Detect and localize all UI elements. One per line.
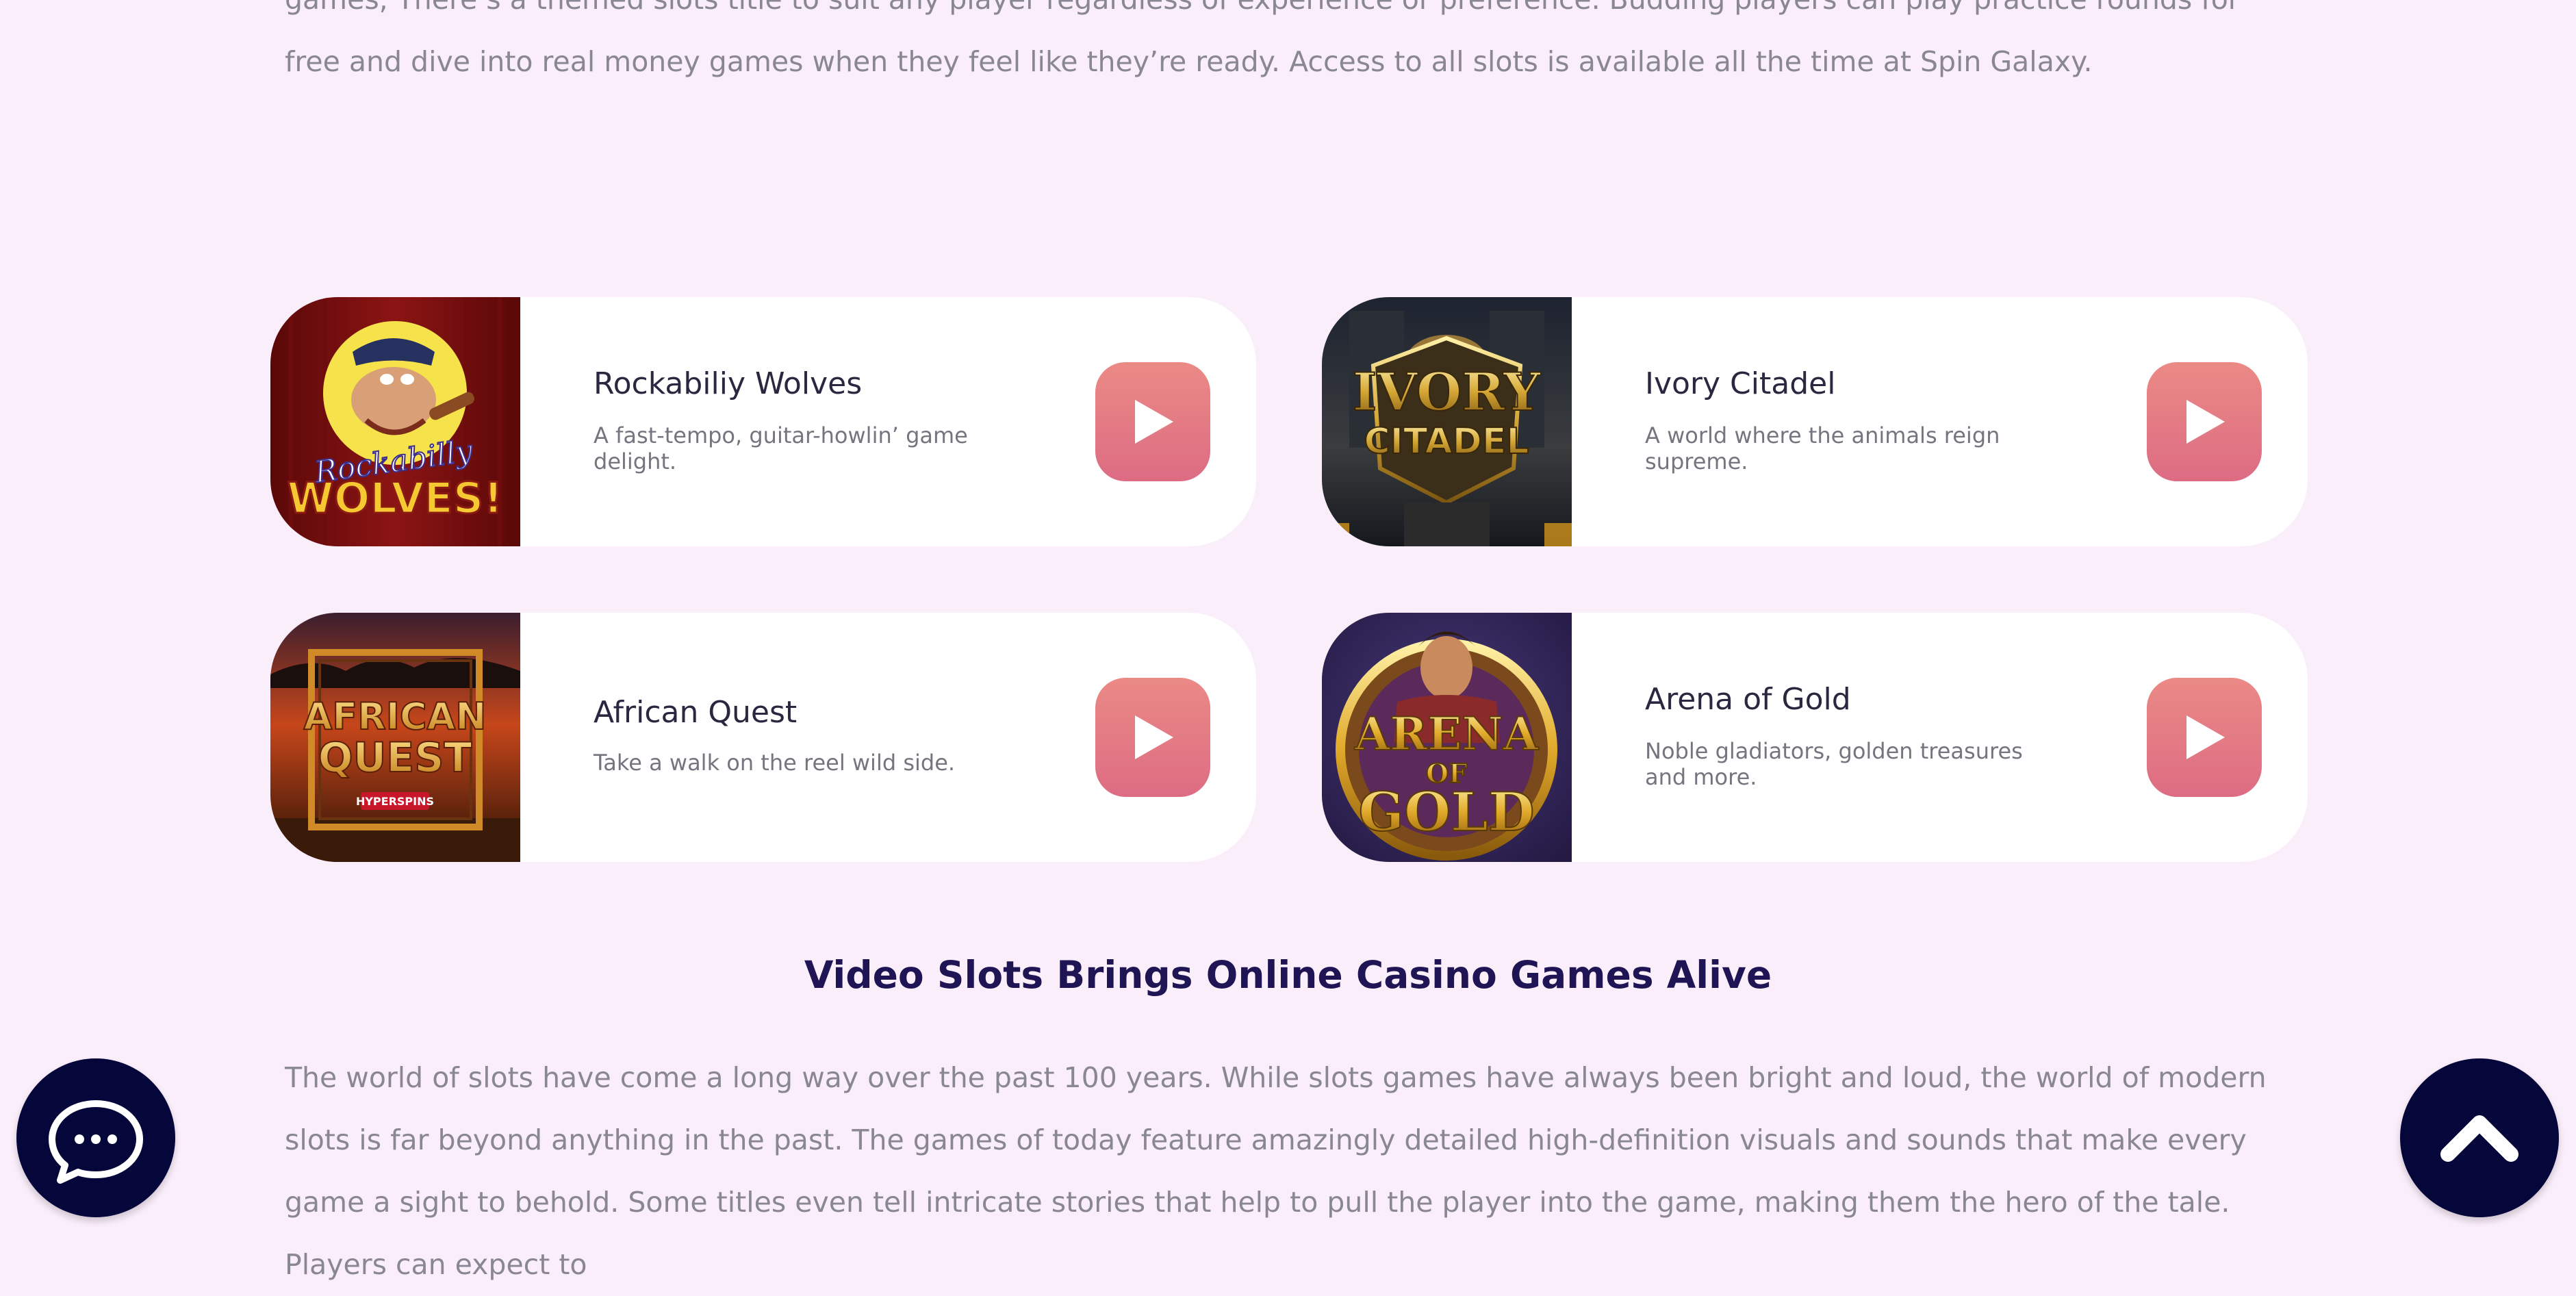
game-thumbnail[interactable]: AFRICAN QUEST HYPERSPINS	[270, 613, 520, 862]
game-thumbnail[interactable]: ARENA OF GOLD	[1322, 613, 1572, 862]
play-button[interactable]	[1095, 678, 1210, 797]
game-description: A world where the animals reign supreme.	[1645, 422, 2000, 474]
thumb-text-hyperspins: HYPERSPINS	[356, 795, 434, 808]
thumb-text-quest: QUEST	[318, 734, 472, 782]
section-paragraph: The world of slots have come a long way …	[285, 1061, 2267, 1281]
play-icon	[2186, 400, 2225, 444]
chat-button[interactable]	[16, 1058, 175, 1217]
thumbnail-logo-text: IVORY CITADEL	[1352, 361, 1542, 463]
chevron-up-icon	[2440, 1115, 2518, 1162]
game-description: A fast-tempo, guitar-howlin’ game deligh…	[594, 422, 968, 474]
play-button[interactable]	[2147, 362, 2262, 481]
play-button[interactable]	[1095, 362, 1210, 481]
play-button[interactable]	[2147, 678, 2262, 797]
game-card-arena-of-gold[interactable]: ARENA OF GOLD Arena of Gold Noble gladia…	[1322, 613, 2308, 862]
section-heading: Video Slots Brings Online Casino Games A…	[804, 953, 1772, 997]
thumb-text-citadel: CITADEL	[1364, 421, 1529, 462]
chat-bubble-icon	[49, 1100, 143, 1184]
game-thumbnail[interactable]: Rockabilly WOLVES!	[270, 297, 520, 546]
play-icon	[2186, 715, 2225, 759]
thumb-text-gold: GOLD	[1358, 781, 1534, 843]
game-card-ivory-citadel[interactable]: IVORY CITADEL Ivory Citadel A world wher…	[1322, 297, 2308, 546]
game-description: Take a walk on the reel wild side.	[594, 750, 956, 776]
game-title[interactable]: African Quest	[594, 695, 1018, 730]
game-card-rockabiliy-wolves[interactable]: Rockabilly WOLVES! Rockabiliy Wolves A f…	[270, 297, 1256, 546]
thumb-text-wolves: WOLVES!	[287, 473, 502, 523]
intro-paragraph: games, There’s a themed slots title to s…	[285, 0, 2240, 78]
game-thumbnail[interactable]: IVORY CITADEL	[1322, 297, 1572, 546]
game-title[interactable]: Ivory Citadel	[1645, 366, 2069, 401]
game-title[interactable]: Arena of Gold	[1645, 682, 2069, 717]
thumb-text-african: AFRICAN	[304, 695, 487, 738]
game-card-african-quest[interactable]: AFRICAN QUEST HYPERSPINS African Quest T…	[270, 613, 1256, 862]
scroll-to-top-button[interactable]	[2400, 1058, 2559, 1217]
game-description: Noble gladiators, golden treasures and m…	[1645, 738, 2023, 790]
play-icon	[1135, 400, 1173, 444]
thumb-text-arena: ARENA	[1354, 707, 1539, 761]
play-icon	[1135, 715, 1173, 759]
thumb-text-ivory: IVORY	[1353, 361, 1541, 422]
game-title[interactable]: Rockabiliy Wolves	[594, 366, 1018, 401]
